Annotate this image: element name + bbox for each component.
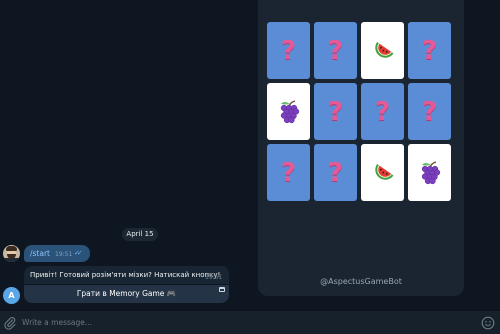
question-mark-icon: ? <box>280 157 297 188</box>
memory-card-grid: ???????? <box>267 22 451 201</box>
outgoing-message[interactable]: /start 19:51 ✓✓ <box>24 245 90 262</box>
question-mark-icon: ? <box>421 35 438 66</box>
incoming-message[interactable]: Привіт! Готовий розім'яти мізки? Натиска… <box>24 266 229 284</box>
question-mark-icon: ? <box>327 96 344 127</box>
question-mark-icon: ? <box>327 157 344 188</box>
attach-icon[interactable] <box>3 316 17 330</box>
incoming-message-text: Привіт! Готовий розім'яти мізки? Натиска… <box>30 271 221 279</box>
user-avatar[interactable] <box>3 245 20 262</box>
message-composer <box>0 310 500 334</box>
grapes-icon <box>421 160 440 184</box>
question-mark-icon: ? <box>280 35 297 66</box>
memory-card-hidden[interactable]: ? <box>361 83 404 140</box>
play-game-button[interactable]: Грати в Memory Game 🎮 <box>24 285 229 303</box>
outgoing-message-text: /start <box>30 249 50 258</box>
memory-card-hidden[interactable]: ? <box>314 22 357 79</box>
watermelon-icon <box>374 41 393 58</box>
grapes-icon <box>280 99 299 123</box>
message-input[interactable] <box>22 315 462 330</box>
question-mark-icon: ? <box>327 35 344 66</box>
memory-card-grapes[interactable] <box>408 144 451 201</box>
watermelon-icon <box>374 163 393 180</box>
incoming-message-time: 19:51 <box>205 274 223 281</box>
memory-card-hidden[interactable]: ? <box>314 144 357 201</box>
game-preview-card[interactable]: ???????? @AspectusGameBot <box>258 0 464 296</box>
memory-card-watermelon[interactable] <box>361 144 404 201</box>
memory-card-hidden[interactable]: ? <box>408 22 451 79</box>
date-divider: April 15 <box>122 228 158 241</box>
memory-card-watermelon[interactable] <box>361 22 404 79</box>
outgoing-message-time: 19:51 <box>55 251 73 258</box>
emoji-icon[interactable] <box>481 316 495 330</box>
memory-card-hidden[interactable]: ? <box>267 22 310 79</box>
bot-avatar[interactable]: A <box>3 287 20 304</box>
bot-handle[interactable]: @AspectusGameBot <box>258 277 464 286</box>
open-game-icon <box>219 287 225 292</box>
memory-card-hidden[interactable]: ? <box>314 83 357 140</box>
double-check-icon: ✓✓ <box>74 249 83 257</box>
question-mark-icon: ? <box>374 96 391 127</box>
memory-card-hidden[interactable]: ? <box>267 144 310 201</box>
memory-card-hidden[interactable]: ? <box>408 83 451 140</box>
memory-card-grapes[interactable] <box>267 83 310 140</box>
question-mark-icon: ? <box>421 96 438 127</box>
play-game-button-label: Грати в Memory Game 🎮 <box>76 289 177 298</box>
